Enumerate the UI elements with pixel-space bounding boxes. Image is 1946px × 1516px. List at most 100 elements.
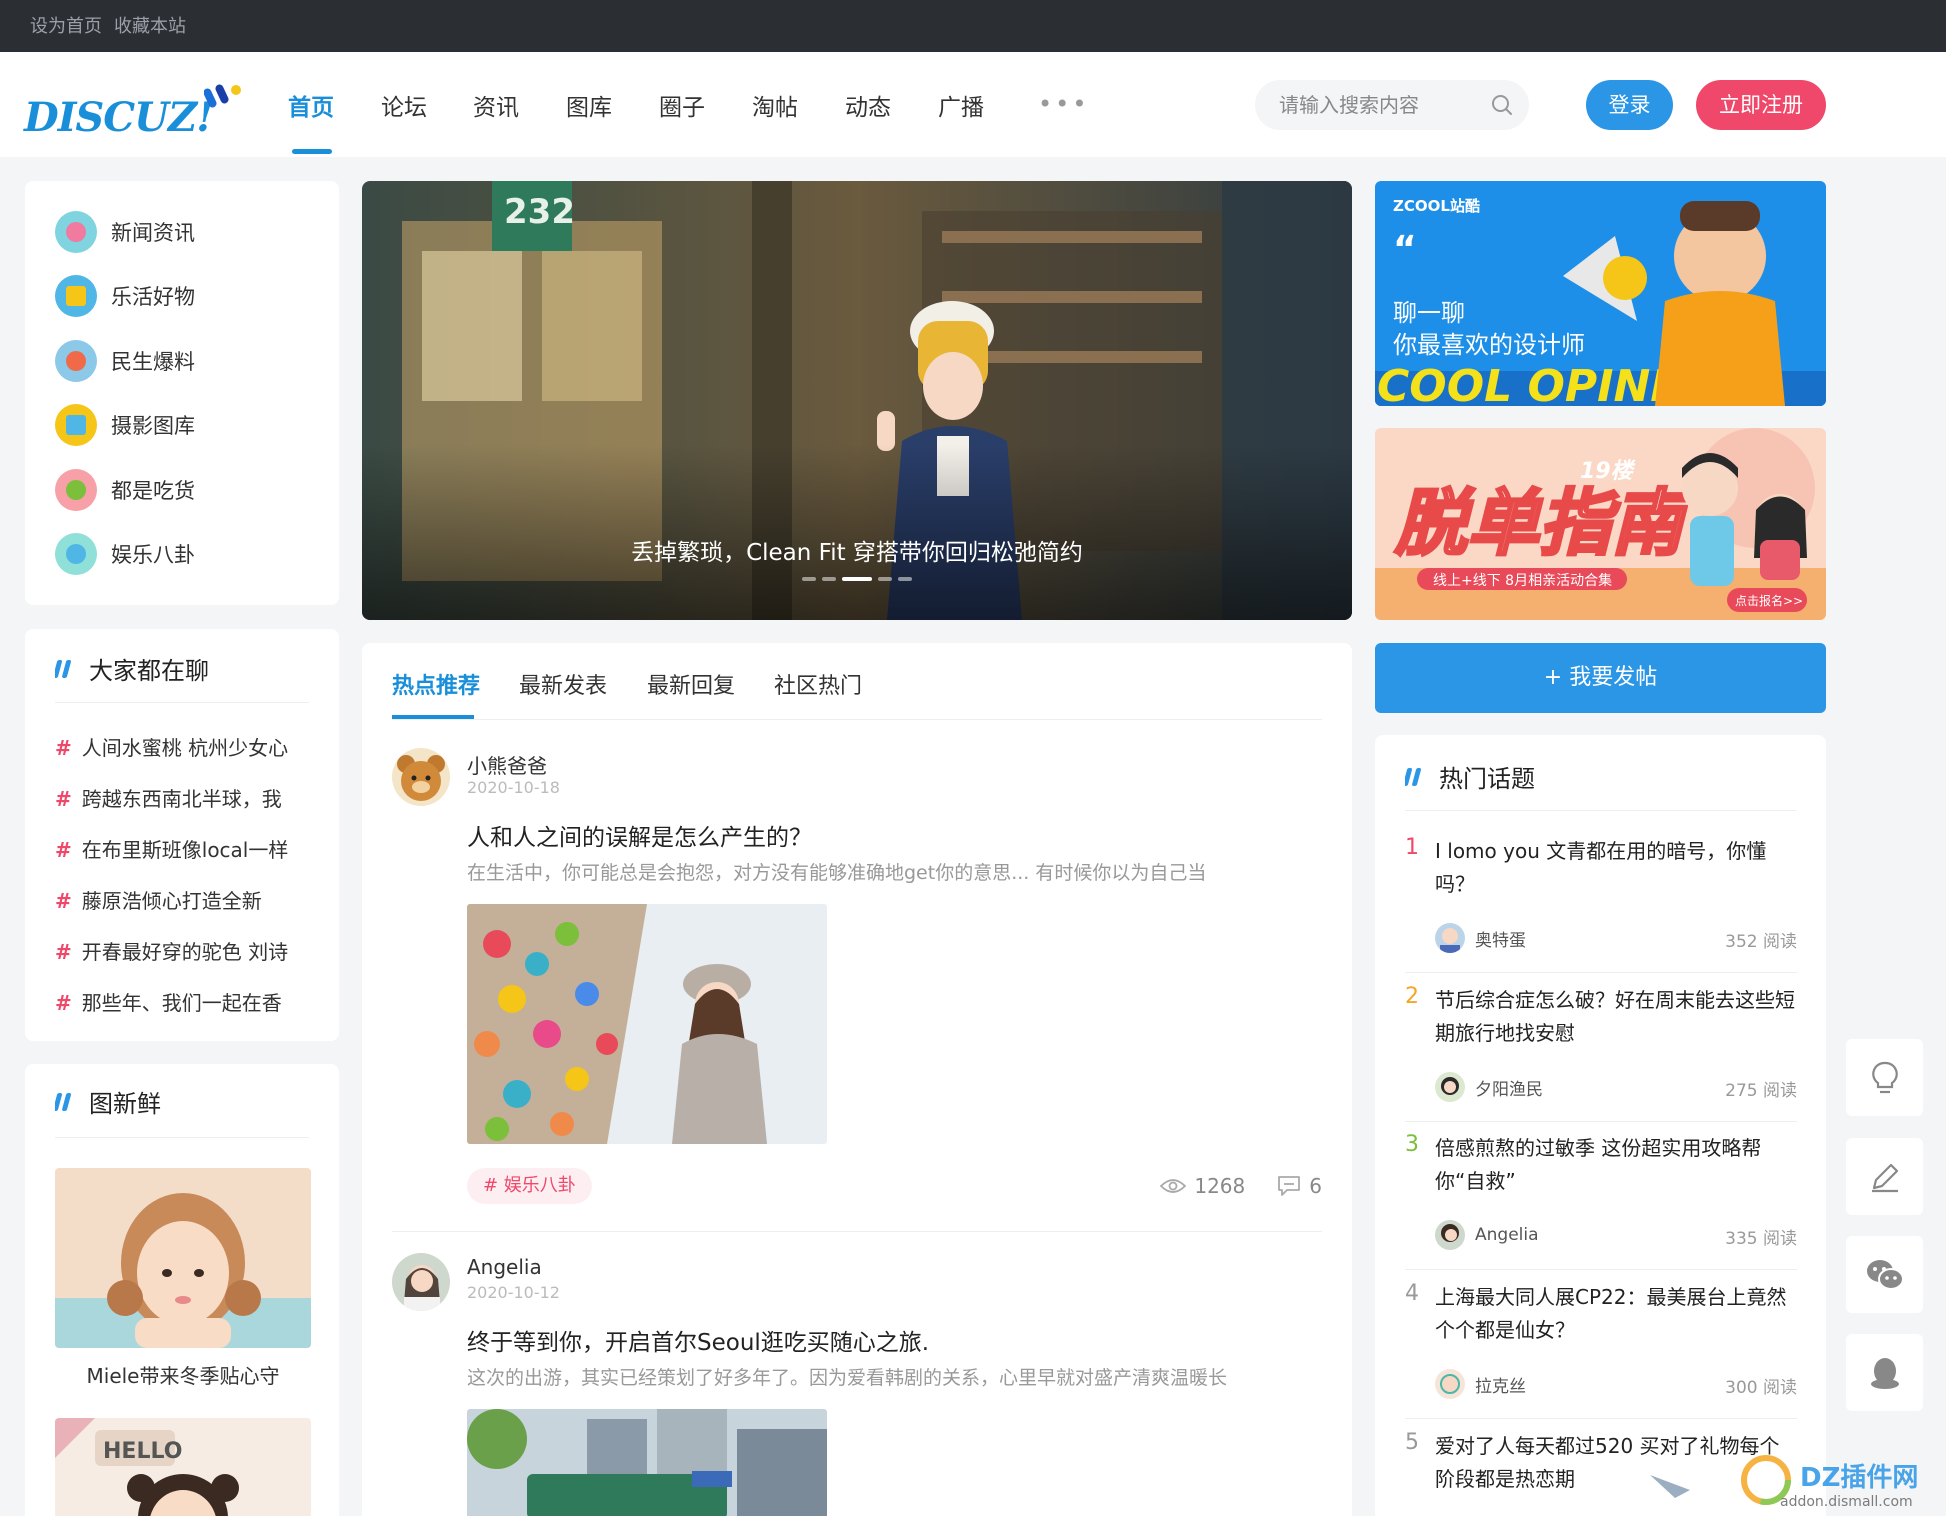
slider-dot-active[interactable]	[842, 577, 872, 581]
chat-topic[interactable]: # 人间水蜜桃 杭州少女心	[55, 732, 288, 761]
nav-forum[interactable]: 论坛	[381, 88, 427, 122]
post-item: Angelia 2020-10-12 终于等到你，开启首尔Seoul逛吃买随心之…	[392, 1253, 1322, 1516]
nav-circle[interactable]: 圈子	[659, 88, 705, 122]
pic-caption: Miele带来冬季贴心守	[86, 1364, 280, 1388]
avatar[interactable]	[392, 1253, 450, 1311]
ad-line1: 聊一聊	[1393, 299, 1465, 327]
ad-banner-dating[interactable]: 脱单指南 19楼 线上+线下 8月相亲活动合集 点击报名>>	[1375, 428, 1826, 620]
svg-text:“: “	[1393, 229, 1417, 270]
category-entertainment[interactable]: 娱乐八卦	[55, 532, 195, 576]
topic-title[interactable]: 倍感煎熬的过敏季 这份超实用攻略帮你“自救”	[1435, 1132, 1797, 1198]
hot-topics-card: 热门话题 1 I lomo you 文青都在用的暗号，你懂吗？ 奥特蛋 352 …	[1375, 735, 1826, 1516]
divider	[1405, 810, 1796, 811]
category-food[interactable]: 都是吃货	[55, 468, 195, 512]
topic-title[interactable]: 节后综合症怎么破？好在周末能去这些短期旅行地找安慰	[1435, 984, 1797, 1050]
slider-dot[interactable]	[802, 577, 816, 581]
set-home-link[interactable]: 设为首页	[30, 12, 102, 38]
ad-brand-text: ZCOOL站酷	[1393, 197, 1480, 215]
topic-rank: 2	[1405, 984, 1419, 1009]
avatar	[1435, 923, 1465, 953]
divider	[1405, 972, 1797, 973]
qq-button[interactable]	[1846, 1334, 1923, 1411]
nav-feed[interactable]: 动态	[845, 88, 891, 122]
watermark-text: DZ插件网	[1800, 1463, 1918, 1493]
top-bar: 设为首页 收藏本站	[0, 0, 1946, 52]
eye-icon	[1160, 1179, 1187, 1193]
avatar[interactable]	[392, 748, 450, 806]
topic-title[interactable]: I lomo you 文青都在用的暗号，你懂吗？	[1435, 835, 1797, 901]
slider-dot[interactable]	[822, 577, 836, 581]
nav-more-button[interactable]: •••	[1038, 90, 1089, 118]
post-author[interactable]: 小熊爸爸	[467, 750, 547, 779]
pic-item[interactable]: Miele带来冬季贴心守	[55, 1168, 311, 1389]
write-button[interactable]	[1846, 1138, 1923, 1215]
pic-thumbnail: HELLO	[55, 1418, 311, 1516]
section-title: 大家都在聊	[55, 651, 209, 686]
post-title[interactable]: 终于等到你，开启首尔Seoul逛吃买随心之旅.	[467, 1323, 929, 1357]
slider-dot[interactable]	[878, 577, 892, 581]
topic-item: 1 I lomo you 文青都在用的暗号，你懂吗？ 奥特蛋 352 阅读	[1405, 835, 1797, 975]
hello-sign-text: HELLO	[103, 1439, 182, 1464]
post-author[interactable]: Angelia	[467, 1255, 542, 1279]
post-date: 2020-10-18	[467, 778, 560, 797]
nav-collection[interactable]: 淘帖	[752, 88, 798, 122]
post-image[interactable]	[467, 904, 827, 1144]
post-image[interactable]	[467, 1409, 827, 1516]
picture-icon	[55, 404, 97, 446]
tab-latest-posts[interactable]: 最新发表	[519, 668, 607, 700]
site-logo[interactable]: DISCUZ!	[24, 82, 244, 142]
chat-bubble-icon	[55, 533, 97, 575]
chat-topic[interactable]: # 跨越东西南北半球，我	[55, 783, 282, 812]
logo-mark-icon	[204, 84, 241, 108]
topic-title[interactable]: 上海最大同人展CP22：最美展台上竟然个个都是仙女？	[1435, 1281, 1797, 1347]
chat-topic[interactable]: # 开春最好穿的驼色 刘诗	[55, 936, 288, 965]
slider-dots	[362, 577, 1352, 581]
bookmark-link[interactable]: 收藏本站	[114, 12, 186, 38]
topic-user[interactable]: 奥特蛋	[1435, 923, 1526, 953]
hero-slider[interactable]: 232 丢掉繁琐，Clean Fit 穿搭带你回归松弛简约	[362, 181, 1352, 620]
post-tag[interactable]: # 娱乐八卦	[467, 1168, 592, 1204]
tip-button[interactable]	[1846, 1039, 1923, 1116]
topic-user[interactable]: 夕阳渔民	[1435, 1072, 1543, 1102]
slider-dot[interactable]	[898, 577, 912, 581]
divider	[1405, 1121, 1797, 1122]
nav-active-indicator	[292, 149, 332, 154]
ad-banner-zcool[interactable]: ZCOOL站酷 “ 聊一聊 你最喜欢的设计师 COOL OPINIONS	[1375, 181, 1826, 406]
nav-gallery[interactable]: 图库	[566, 88, 612, 122]
slash-mark-icon	[55, 659, 71, 678]
avatar	[1435, 1369, 1465, 1399]
topic-user[interactable]: 拉克丝	[1435, 1369, 1526, 1399]
watermark-sub: addon.dismall.com	[1780, 1494, 1913, 1510]
topic-item: 3 倍感煎熬的过敏季 这份超实用攻略帮你“自救” Angelia 335 阅读	[1405, 1132, 1797, 1272]
post-meta: 1268 6	[1160, 1174, 1322, 1198]
pic-item[interactable]: HELLO	[55, 1418, 311, 1516]
chat-topic[interactable]: # 藤原浩倾心打造全新	[55, 885, 262, 914]
qq-penguin-icon	[1870, 1357, 1899, 1389]
register-button[interactable]: 立即注册	[1696, 80, 1826, 130]
search-input[interactable]	[1279, 80, 1479, 130]
section-title: 图新鲜	[55, 1084, 161, 1119]
post-title[interactable]: 人和人之间的误解是怎么产生的？	[467, 818, 812, 852]
category-lifestyle[interactable]: 乐活好物	[55, 274, 195, 318]
category-breaking[interactable]: 民生爆料	[55, 339, 195, 383]
lightbulb-icon	[1871, 1061, 1898, 1093]
search-icon[interactable]	[1491, 94, 1513, 116]
tab-hot[interactable]: 热点推荐	[392, 668, 480, 700]
nav-home[interactable]: 首页	[288, 88, 334, 122]
chat-topic[interactable]: # 那些年、我们一起在香	[55, 987, 282, 1016]
tab-community-hot[interactable]: 社区热门	[774, 668, 862, 700]
new-post-button[interactable]: + 我要发帖	[1375, 643, 1826, 713]
nav-news[interactable]: 资讯	[473, 88, 519, 122]
tab-latest-replies[interactable]: 最新回复	[647, 668, 735, 700]
category-photo[interactable]: 摄影图库	[55, 403, 195, 447]
wechat-button[interactable]	[1846, 1236, 1923, 1313]
topic-reads: 275 阅读	[1725, 1081, 1797, 1101]
chat-topic[interactable]: # 在布里斯班像local一样	[55, 834, 288, 863]
feed-card: 热点推荐 最新发表 最新回复 社区热门 小熊爸爸 2020-10-18 人和人之…	[362, 643, 1352, 1516]
login-button[interactable]: 登录	[1586, 80, 1673, 130]
nav-broadcast[interactable]: 广播	[938, 88, 984, 122]
topic-user[interactable]: Angelia	[1435, 1220, 1539, 1250]
topic-reads: 300 阅读	[1725, 1378, 1797, 1398]
topic-rank: 5	[1405, 1430, 1419, 1455]
category-news[interactable]: 新闻资讯	[55, 210, 195, 254]
